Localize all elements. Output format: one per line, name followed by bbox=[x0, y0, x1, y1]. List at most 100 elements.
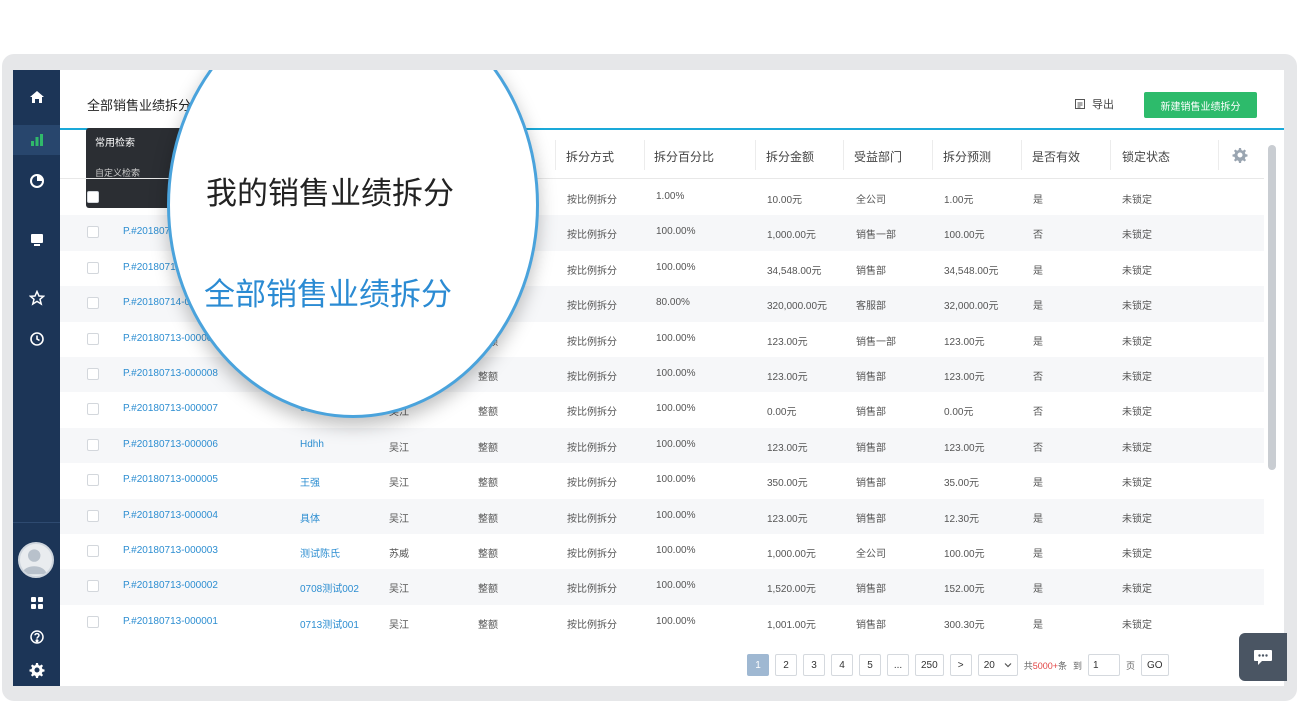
column-settings-icon[interactable] bbox=[1232, 147, 1248, 163]
grid-icon[interactable] bbox=[13, 588, 60, 618]
row-checkbox[interactable] bbox=[87, 545, 99, 557]
column-header-valid[interactable]: 是否有效 bbox=[1032, 148, 1080, 165]
cell-customer[interactable]: 王强 bbox=[300, 474, 320, 489]
cell-owner: 吴江 bbox=[389, 584, 409, 596]
table-row[interactable]: P.#20180713-000001 0713测试001 吴江 整额 按比例拆分 100.… bbox=[60, 605, 1264, 640]
cell-method: 按比例拆分 bbox=[567, 549, 617, 560]
row-checkbox[interactable] bbox=[87, 261, 99, 274]
cell-record-id[interactable]: P.#20180713-000003 bbox=[123, 545, 218, 556]
magnified-all-sales-split[interactable]: 全部销售业绩拆分 bbox=[204, 269, 452, 314]
row-checkbox[interactable] bbox=[87, 580, 99, 593]
cell-split-type: 整额 bbox=[478, 372, 498, 383]
cell-record-id[interactable]: P.#20180713-000005 bbox=[123, 474, 218, 485]
gear-icon[interactable] bbox=[13, 655, 60, 685]
row-checkbox[interactable] bbox=[87, 226, 99, 239]
page-5-button[interactable]: 5 bbox=[859, 654, 881, 676]
export-label: 导出 bbox=[1092, 99, 1114, 111]
vertical-scrollbar[interactable] bbox=[1268, 145, 1276, 470]
page-3-button[interactable]: 3 bbox=[803, 654, 825, 676]
cell-percent: 100.00% bbox=[656, 438, 696, 450]
cell-record-id[interactable]: P.#20180713-000001 bbox=[123, 616, 218, 627]
cell-owner: 吴江 bbox=[389, 442, 409, 454]
cell-amount: 123.00元 bbox=[767, 513, 808, 525]
cell-record-id[interactable]: P.#20180713-000004 bbox=[123, 510, 218, 521]
cell-percent: 100.00% bbox=[656, 226, 696, 238]
column-header-dept[interactable]: 受益部门 bbox=[854, 148, 902, 165]
cell-forecast: 123.00元 bbox=[944, 336, 985, 348]
row-checkbox[interactable] bbox=[87, 438, 99, 451]
magnified-my-sales-split[interactable]: 我的销售业绩拆分 bbox=[206, 168, 454, 213]
app-screen: 全部销售业绩拆分 导出 新建销售业绩拆分 常用检索 自定义检索 拆分方式 拆分百… bbox=[13, 70, 1284, 686]
row-checkbox[interactable] bbox=[87, 509, 99, 522]
cell-record-id[interactable]: P.#20180713-000008 bbox=[123, 333, 218, 344]
table-row[interactable]: P.#20180713-000004 具体 吴江 整额 按比例拆分 100.00% 123.… bbox=[60, 498, 1264, 534]
home-icon[interactable] bbox=[13, 82, 60, 112]
cell-lock: 未锁定 bbox=[1122, 407, 1152, 419]
cell-owner: 吴江 bbox=[389, 478, 409, 490]
monitor-icon[interactable] bbox=[13, 225, 60, 255]
cell-customer[interactable]: Hdhh bbox=[300, 439, 324, 450]
cell-record-id[interactable]: P.#2018071 bbox=[123, 262, 176, 273]
cell-split-type: 整额 bbox=[478, 513, 498, 525]
table-row[interactable]: P.#20180713-000006 Hdhh 吴江 整额 按比例拆分 100.00% 12… bbox=[60, 427, 1264, 464]
column-header-method[interactable]: 拆分方式 bbox=[566, 148, 614, 165]
cell-customer[interactable]: 测试陈氏 bbox=[300, 545, 340, 560]
row-checkbox[interactable] bbox=[87, 368, 99, 380]
avatar[interactable] bbox=[18, 542, 54, 578]
export-button[interactable]: 导出 bbox=[1074, 96, 1114, 112]
cell-record-id[interactable]: P.#20180713-000006 bbox=[123, 439, 218, 450]
column-header-lock[interactable]: 锁定状态 bbox=[1122, 148, 1170, 165]
new-sales-split-button[interactable]: 新建销售业绩拆分 bbox=[1144, 92, 1257, 118]
cell-record-id[interactable]: P.#20180713-000002 bbox=[123, 580, 218, 591]
cell-forecast: 123.00元 bbox=[944, 442, 985, 454]
cell-customer[interactable]: 0708测试002 bbox=[300, 580, 359, 595]
page-1-button[interactable]: 1 bbox=[747, 654, 769, 676]
bar-chart-icon[interactable] bbox=[13, 125, 60, 155]
cell-forecast: 100.00元 bbox=[944, 549, 985, 560]
row-checkbox[interactable] bbox=[87, 191, 99, 203]
page-size-select[interactable]: 20 bbox=[977, 654, 1018, 676]
row-checkbox[interactable] bbox=[87, 474, 99, 487]
next-page-button[interactable]: > bbox=[949, 654, 972, 676]
table-row[interactable]: P.#20180713-000005 王强 吴江 整额 按比例拆分 100.00% 350.… bbox=[60, 463, 1264, 498]
star-icon[interactable] bbox=[13, 283, 60, 313]
cell-customer[interactable]: 具体 bbox=[300, 510, 320, 525]
cell-valid: 是 bbox=[1033, 584, 1043, 596]
view-selector[interactable]: 全部销售业绩拆分 bbox=[87, 95, 191, 114]
help-icon[interactable] bbox=[13, 622, 60, 652]
cell-method: 按比例拆分 bbox=[567, 478, 617, 490]
column-separator bbox=[1218, 140, 1219, 170]
cell-valid: 是 bbox=[1033, 336, 1043, 348]
column-header-percent[interactable]: 拆分百分比 bbox=[654, 148, 714, 165]
cell-percent: 100.00% bbox=[656, 545, 696, 556]
table-row[interactable]: P.#20180713-000002 0708测试002 吴江 整额 按比例拆分 100.… bbox=[60, 569, 1264, 605]
page-last-button[interactable]: 250 bbox=[915, 654, 944, 676]
cell-percent: 100.00% bbox=[656, 580, 696, 592]
page-2-button[interactable]: 2 bbox=[775, 654, 797, 676]
cell-split-type: 整额 bbox=[478, 549, 498, 560]
column-separator bbox=[932, 140, 933, 170]
cell-valid: 是 bbox=[1033, 549, 1043, 560]
page-4-button[interactable]: 4 bbox=[831, 654, 853, 676]
column-header-forecast[interactable]: 拆分预测 bbox=[943, 148, 991, 165]
cell-record-id[interactable]: P.#20180713-000008 bbox=[123, 368, 218, 379]
cell-record-id[interactable]: P.#201807 bbox=[123, 226, 170, 237]
history-icon[interactable] bbox=[13, 324, 60, 354]
row-checkbox[interactable] bbox=[87, 615, 99, 628]
chat-float-button[interactable] bbox=[1239, 633, 1287, 681]
row-checkbox[interactable] bbox=[87, 403, 99, 416]
cell-split-type: 整额 bbox=[478, 619, 498, 631]
row-checkbox[interactable] bbox=[87, 332, 99, 345]
cell-record-id[interactable]: P.#20180713-000007 bbox=[123, 403, 218, 414]
go-button[interactable]: GO bbox=[1141, 654, 1169, 676]
row-checkbox[interactable] bbox=[87, 297, 99, 310]
cell-percent: 100.00% bbox=[656, 615, 696, 627]
column-header-amount[interactable]: 拆分金额 bbox=[766, 148, 814, 165]
table-row[interactable]: P.#20180713-000003 测试陈氏 苏威 整额 按比例拆分 100.00% 1,… bbox=[60, 534, 1264, 569]
goto-page-input[interactable]: 1 bbox=[1088, 654, 1121, 676]
cell-amount: 1,000.00元 bbox=[767, 230, 816, 242]
table-row[interactable]: P.#20180713-000007cas吴江整额按比例拆分100.00%0.0… bbox=[60, 392, 1264, 427]
pie-chart-icon[interactable] bbox=[13, 166, 60, 196]
cell-customer[interactable]: 0713测试001 bbox=[300, 616, 359, 631]
page-ellipsis-button[interactable]: ... bbox=[887, 654, 909, 676]
